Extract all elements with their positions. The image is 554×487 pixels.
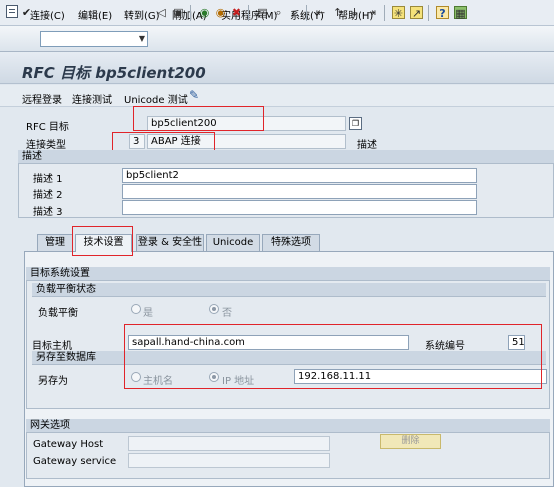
load-balance-yes-radio[interactable]	[131, 304, 141, 314]
sap-menu-icon[interactable]	[6, 5, 18, 18]
load-balance-no-label: 否	[222, 308, 232, 319]
exit-icon[interactable]: ◉	[214, 6, 227, 19]
target-system-group-title: 目标系统设置	[26, 267, 550, 281]
load-balance-no-radio[interactable]	[209, 304, 219, 314]
highlight-box	[72, 226, 133, 256]
next-page-icon[interactable]: ↓	[348, 6, 361, 19]
description-label: 描述	[357, 140, 377, 151]
print-icon[interactable]: ▤	[256, 6, 269, 19]
find-icon[interactable]: ⌕	[272, 6, 285, 19]
rfc-destination-label: RFC 目标	[26, 122, 69, 133]
description-group-title: 描述	[18, 150, 554, 164]
remote-logon-button[interactable]: 远程登录	[22, 91, 62, 106]
load-balance-yes-label: 是	[143, 308, 153, 319]
description-2-label: 描述 2	[33, 190, 63, 201]
gateway-service-input[interactable]	[128, 453, 330, 468]
first-page-icon[interactable]: ⇤	[314, 6, 327, 19]
shortcut-icon[interactable]: ↗	[410, 6, 423, 20]
last-page-icon[interactable]: ⇥	[365, 6, 378, 19]
target-host-label: 目标主机	[32, 341, 72, 352]
collapse-icon[interactable]: ◁	[155, 6, 168, 19]
prev-page-icon[interactable]: ↑	[331, 6, 344, 19]
description-2-input[interactable]	[122, 184, 477, 199]
toolbar-separator	[190, 5, 191, 21]
save-icon[interactable]: ▣	[172, 6, 185, 19]
toolbar-separator	[428, 5, 429, 21]
toolbar-separator	[384, 5, 385, 21]
layout-icon[interactable]: ▦	[454, 6, 467, 20]
cancel-icon[interactable]: ✖	[230, 6, 243, 19]
page-title: RFC 目标 bp5client200	[22, 64, 206, 82]
tab-administration[interactable]: 管理	[37, 234, 73, 251]
gateway-service-label: Gateway service	[33, 456, 117, 467]
description-3-input[interactable]	[122, 200, 477, 215]
highlight-box	[133, 106, 264, 131]
enter-icon[interactable]: ✔	[20, 6, 33, 19]
connection-test-button[interactable]: 连接测试	[72, 91, 112, 106]
description-1-input[interactable]: bp5client2	[122, 168, 477, 183]
toolbar-separator	[248, 5, 249, 21]
save-as-label: 另存为	[38, 376, 68, 387]
gateway-group-title: 网关选项	[26, 419, 550, 433]
back-icon[interactable]: ◉	[198, 6, 211, 19]
copy-icon[interactable]: ❐	[349, 117, 362, 130]
description-3-label: 描述 3	[33, 207, 63, 218]
menu-edit[interactable]: 编辑(E)	[78, 7, 112, 22]
command-field[interactable]	[40, 31, 148, 47]
load-balance-status-title: 负载平衡状态	[32, 283, 546, 297]
delete-button[interactable]: 删除	[380, 434, 441, 449]
gateway-host-label: Gateway Host	[33, 439, 104, 450]
pencil-icon[interactable]: ✎	[189, 88, 199, 102]
connection-type-label: 连接类型	[26, 140, 66, 151]
description-1-label: 描述 1	[33, 174, 63, 185]
load-balance-label: 负载平衡	[38, 308, 78, 319]
tab-unicode[interactable]: Unicode	[206, 234, 260, 251]
create-session-icon[interactable]: ✳	[392, 6, 405, 20]
help-icon[interactable]: ?	[436, 6, 449, 20]
toolbar-separator	[306, 5, 307, 21]
highlight-box	[124, 324, 542, 389]
menu-connection[interactable]: 连接(C)	[30, 7, 65, 22]
unicode-test-button[interactable]: Unicode 测试	[124, 91, 188, 106]
find-next-icon[interactable]: ⌕	[288, 6, 301, 19]
tab-logon-security[interactable]: 登录 & 安全性	[136, 234, 204, 251]
tab-special-options[interactable]: 特殊选项	[262, 234, 320, 251]
gateway-host-input[interactable]	[128, 436, 330, 451]
highlight-box	[112, 132, 215, 152]
chevron-down-icon[interactable]: ▼	[136, 31, 148, 47]
